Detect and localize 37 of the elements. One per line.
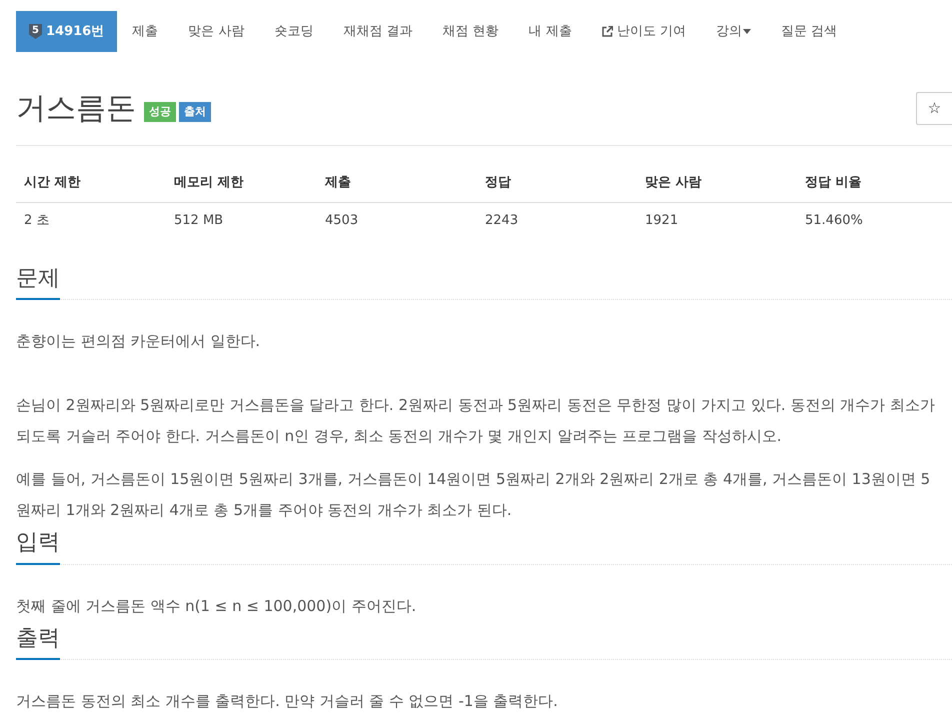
column-header: 맞은 사람 (637, 164, 797, 202)
column-header: 시간 제한 (16, 164, 166, 202)
section-heading: 출력 (16, 626, 60, 660)
paragraph: 춘향이는 편의점 카운터에서 일한다. (16, 331, 262, 352)
nav-link[interactable]: 제출 (117, 11, 174, 52)
paragraph: 손님이 2원짜리와 5원짜리로만 거스름돈을 달라고 한다. 2원짜리 동전과 5원짜리 동전은 무한정 많이 가지고 있다. 동전의 개수가 최소가 되도록 거슬러 주어야 한다. 거스름돈이 n인 경우, 최소 동전의 개수가 몇 개인지 알려주는 프로그램을 작성하시오. (16, 395, 936, 448)
paragraph: 첫째 줄에 거스름돈 액수 n(1 ≤ n ≤ 100,000)이 주어진다. (16, 596, 418, 617)
nav-link[interactable]: 숏코딩 (259, 11, 328, 52)
column-header: 정답 (477, 164, 637, 202)
table-cell: 1921 (637, 202, 797, 238)
external-link-icon (602, 26, 613, 37)
nav-link[interactable]: 채점 현황 (428, 11, 514, 52)
status-label: 성공 (144, 102, 176, 122)
nav-link[interactable]: 질문 검색 (766, 11, 852, 52)
caret-icon (742, 29, 751, 34)
nav-link[interactable]: 맞은 사람 (173, 11, 260, 52)
paragraph: 예를 들어, 거스름돈이 15원이면 5원짜리 3개를, 거스름돈이 14원이면 5원짜리 2개와 2원짜리 2개로 총 4개를, 거스름돈이 13원이면 5원짜리 1개와 2원짜리 4개로 총 5개를 주어야 동전의 개수가 최소가 된다. (16, 469, 932, 522)
column-header: 메모리 제한 (166, 164, 317, 202)
table-cell: 2 초 (16, 202, 166, 238)
nav-link[interactable]: 내 제출 (514, 11, 587, 52)
table-cell: 512 MB (166, 202, 317, 238)
favorite-button[interactable]: ☆ (916, 92, 952, 124)
source-label: 출처 (179, 102, 211, 122)
column-header: 정답 비율 (797, 164, 952, 202)
nav-link[interactable]: 재채점 결과 (328, 11, 428, 52)
column-header: 제출 (317, 164, 477, 202)
tier-badge: 5 (29, 24, 42, 39)
nav-link[interactable]: 난이도 기여 (586, 11, 701, 52)
dropdown-toggle[interactable]: 강의 (700, 11, 766, 52)
problem-tab[interactable]: 5 14916번 (16, 11, 118, 52)
section-heading: 입력 (16, 530, 60, 565)
paragraph: 거스름돈 동전의 최소 개수를 출력한다. 만약 거슬러 줄 수 없으면 -1을 출력한다. (16, 690, 559, 712)
table-cell: 2243 (477, 202, 637, 238)
table-cell: 51.460% (797, 202, 952, 238)
table-cell: 4503 (317, 202, 477, 238)
section-heading: 문제 (16, 266, 60, 300)
problem-title: 거스름돈 (16, 92, 136, 124)
